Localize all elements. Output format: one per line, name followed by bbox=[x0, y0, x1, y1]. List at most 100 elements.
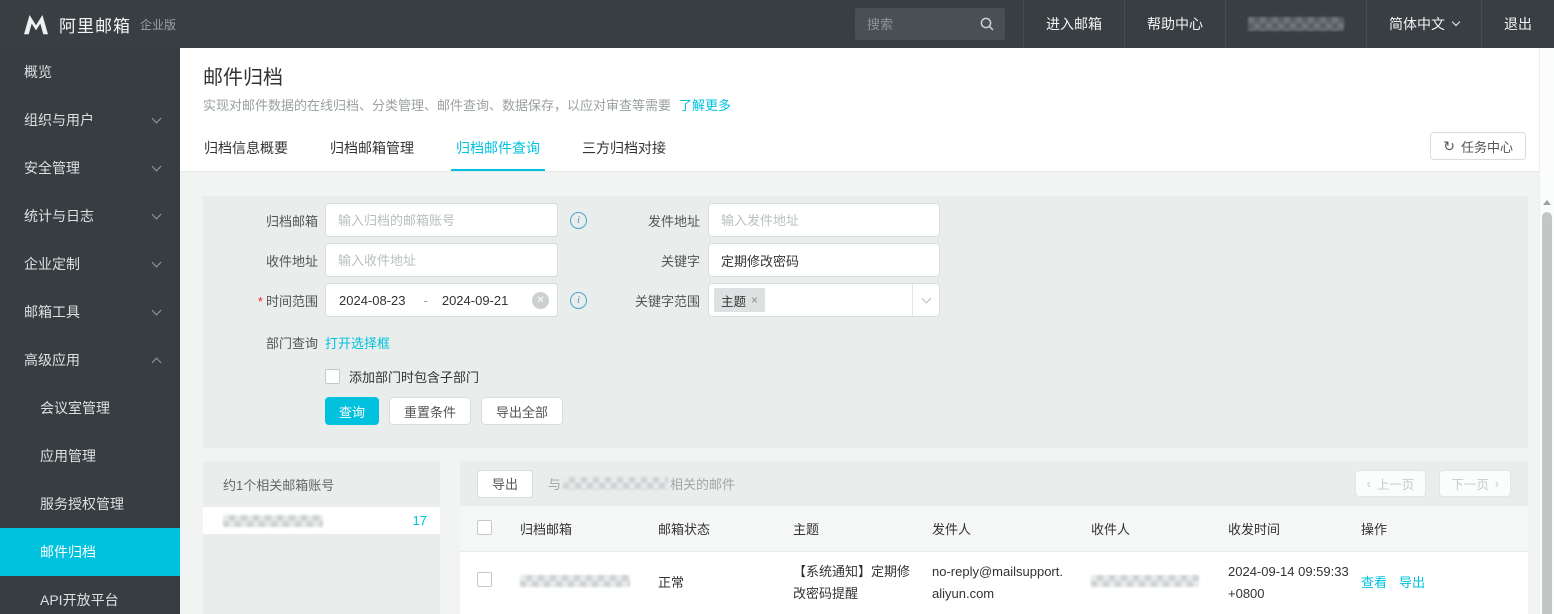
col-subject: 主题 bbox=[793, 519, 932, 538]
cell-archive-mailbox bbox=[520, 572, 658, 594]
select-dropdown-zone[interactable] bbox=[912, 284, 939, 316]
topbar-right: 进入邮箱 帮助中心 简体中文 退出 bbox=[855, 0, 1554, 48]
time-range-start[interactable]: 2024-08-23 bbox=[339, 293, 406, 308]
search-input[interactable] bbox=[867, 17, 979, 32]
include-subdept-checkbox[interactable] bbox=[325, 369, 340, 384]
sidebar-item-stats-logs[interactable]: 统计与日志 bbox=[0, 192, 180, 240]
prev-page-button[interactable]: ‹ 上一页 bbox=[1355, 470, 1427, 497]
sidebar-item-app-management[interactable]: 应用管理 bbox=[0, 432, 180, 480]
sidebar-item-label: 组织与用户 bbox=[24, 110, 94, 130]
prev-page-label: 上一页 bbox=[1377, 474, 1415, 493]
row-form-buttons: 查询 重置条件 导出全部 bbox=[325, 397, 563, 425]
row-select-cell bbox=[460, 572, 520, 594]
enter-mailbox-label: 进入邮箱 bbox=[1046, 14, 1102, 34]
sidebar-item-meeting-room[interactable]: 会议室管理 bbox=[0, 384, 180, 432]
enter-mailbox-link[interactable]: 进入邮箱 bbox=[1023, 0, 1124, 48]
chevron-down-icon bbox=[152, 209, 162, 219]
required-asterisk: * bbox=[258, 294, 263, 309]
redacted-mailbox bbox=[520, 575, 630, 587]
tab-third-party-archive[interactable]: 三方归档对接 bbox=[577, 128, 671, 171]
col-recipient: 收件人 bbox=[1091, 519, 1228, 538]
sidebar-item-label: 高级应用 bbox=[24, 350, 80, 370]
time-range-end[interactable]: 2024-09-21 bbox=[442, 293, 509, 308]
table-row[interactable]: 正常 【系统通知】定期修改密码提醒 no-reply@mailsupport.a… bbox=[460, 552, 1528, 614]
chevron-down-icon bbox=[152, 305, 162, 315]
archive-mailbox-label: 归档邮箱 bbox=[203, 211, 318, 230]
cell-mailbox-status: 正常 bbox=[658, 572, 793, 594]
cell-sender: no-reply@mailsupport.aliyun.com bbox=[932, 561, 1091, 605]
tab-archive-mailbox-management[interactable]: 归档邮箱管理 bbox=[325, 128, 419, 171]
aliyun-mail-logo-icon bbox=[22, 12, 50, 36]
export-link[interactable]: 导出 bbox=[1399, 572, 1425, 594]
account-list-item[interactable]: 17 bbox=[203, 507, 440, 534]
archive-mailbox-input[interactable] bbox=[325, 203, 558, 237]
sidebar-item-enterprise-custom[interactable]: 企业定制 bbox=[0, 240, 180, 288]
brand-area[interactable]: 阿里邮箱 企业版 bbox=[0, 12, 180, 37]
account-menu[interactable] bbox=[1225, 0, 1366, 48]
keyword-scope-tag: 主题 × bbox=[714, 288, 765, 312]
recipient-address-input[interactable] bbox=[325, 243, 558, 277]
next-page-button[interactable]: 下一页 › bbox=[1439, 470, 1511, 497]
scrollbar-up-arrow-icon[interactable] bbox=[1543, 200, 1551, 205]
main-header: 邮件归档 实现对邮件数据的在线归档、分类管理、邮件查询、数据保存，以应对审查等需… bbox=[180, 48, 1554, 172]
tab-archive-mail-query[interactable]: 归档邮件查询 bbox=[451, 128, 545, 171]
row-department-query: 部门查询 打开选择框 bbox=[203, 332, 390, 352]
sidebar-item-api-platform[interactable]: API开放平台 bbox=[0, 576, 180, 614]
sidebar-item-service-auth[interactable]: 服务授权管理 bbox=[0, 480, 180, 528]
language-selector[interactable]: 简体中文 bbox=[1366, 0, 1481, 48]
brand-name: 阿里邮箱 bbox=[59, 12, 131, 37]
scrollbar-thumb[interactable] bbox=[1542, 212, 1552, 614]
topbar: 阿里邮箱 企业版 进入邮箱 帮助中心 简体中文 bbox=[0, 0, 1554, 48]
sidebar-item-security[interactable]: 安全管理 bbox=[0, 144, 180, 192]
chevron-down-icon bbox=[152, 161, 162, 171]
refresh-icon: ↻ bbox=[1443, 139, 1455, 153]
keyword-input[interactable] bbox=[708, 243, 940, 277]
sidebar-item-mail-tools[interactable]: 邮箱工具 bbox=[0, 288, 180, 336]
search-icon[interactable] bbox=[979, 16, 995, 32]
cell-time: 2024-09-14 09:59:33 +0800 bbox=[1228, 561, 1361, 605]
related-mails-caption: 与 相关的邮件 bbox=[548, 474, 735, 493]
clear-icon[interactable] bbox=[532, 292, 549, 309]
open-selector-link[interactable]: 打开选择框 bbox=[325, 333, 390, 352]
vertical-scrollbar[interactable] bbox=[1539, 48, 1554, 614]
help-center-label: 帮助中心 bbox=[1147, 14, 1203, 34]
mail-results-panel: 导出 与 相关的邮件 ‹ 上一页 下一页 › 归档邮箱 邮箱状态 主题 bbox=[460, 461, 1528, 614]
cell-recipient bbox=[1091, 572, 1228, 594]
row-checkbox[interactable] bbox=[477, 572, 492, 587]
sidebar-item-label: 会议室管理 bbox=[40, 398, 110, 418]
sidebar-item-org-users[interactable]: 组织与用户 bbox=[0, 96, 180, 144]
chevron-down-icon bbox=[152, 113, 162, 123]
export-button[interactable]: 导出 bbox=[477, 470, 533, 498]
cell-subject: 【系统通知】定期修改密码提醒 bbox=[793, 561, 932, 605]
view-link[interactable]: 查看 bbox=[1361, 572, 1387, 594]
tag-remove-icon[interactable]: × bbox=[751, 293, 758, 307]
chevron-down-icon bbox=[152, 257, 162, 267]
learn-more-link[interactable]: 了解更多 bbox=[679, 98, 731, 113]
time-range-label-text: 时间范围 bbox=[266, 294, 318, 309]
col-sender: 发件人 bbox=[932, 519, 1091, 538]
sender-address-input[interactable] bbox=[708, 203, 940, 237]
help-center-link[interactable]: 帮助中心 bbox=[1124, 0, 1225, 48]
info-icon[interactable] bbox=[570, 212, 587, 229]
sidebar-item-mail-archive[interactable]: 邮件归档 bbox=[0, 528, 180, 576]
sidebar-item-advanced-apps[interactable]: 高级应用 bbox=[0, 336, 180, 384]
redacted-related-account bbox=[563, 477, 668, 490]
logout-button[interactable]: 退出 bbox=[1481, 0, 1554, 48]
select-all-checkbox[interactable] bbox=[477, 520, 492, 535]
sidebar: 概览 组织与用户 安全管理 统计与日志 企业定制 邮箱工具 高级应用 会议室管理 bbox=[0, 48, 180, 614]
task-center-button[interactable]: ↻ 任务中心 bbox=[1430, 132, 1526, 160]
search-button[interactable]: 查询 bbox=[325, 397, 379, 425]
topbar-search[interactable] bbox=[855, 8, 1005, 40]
sidebar-item-overview[interactable]: 概览 bbox=[0, 48, 180, 96]
tab-archive-info-summary[interactable]: 归档信息概要 bbox=[199, 128, 293, 171]
reset-button[interactable]: 重置条件 bbox=[389, 397, 471, 425]
row-recipient-address: 收件地址 bbox=[203, 243, 558, 277]
sidebar-item-label: 应用管理 bbox=[40, 446, 96, 466]
sidebar-item-label: 邮件归档 bbox=[40, 542, 96, 562]
row-keyword-scope: 关键字范围 主题 × bbox=[593, 283, 940, 317]
time-range-picker[interactable]: 2024-08-23 - 2024-09-21 bbox=[325, 283, 558, 317]
export-all-button[interactable]: 导出全部 bbox=[481, 397, 563, 425]
chevron-right-icon: › bbox=[1495, 477, 1499, 491]
keyword-scope-select[interactable]: 主题 × bbox=[708, 283, 940, 317]
info-icon[interactable] bbox=[570, 292, 587, 309]
